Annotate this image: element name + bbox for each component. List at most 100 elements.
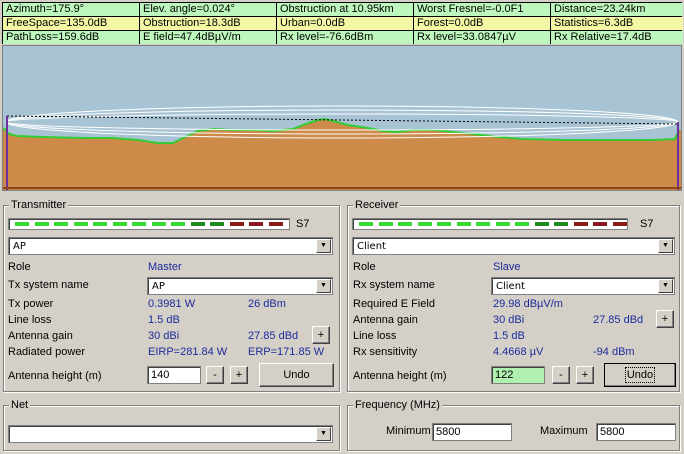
frequency-max-label: Maximum: [540, 425, 588, 437]
rx-sensitivity-dbm: -94 dBm: [593, 346, 635, 358]
meter-segment: [34, 222, 49, 226]
stat-cell: Obstruction at 10.95km: [277, 3, 413, 16]
transmitter-title: Transmitter: [9, 198, 69, 212]
rx-gain-plus-button[interactable]: +: [656, 310, 674, 328]
stat-cell: E field=47.4dBµV/m: [140, 31, 276, 44]
stat-cell: Rx level=-76.6dBm: [277, 31, 413, 44]
meter-segment: [171, 222, 185, 226]
frequency-title: Frequency (MHz): [353, 398, 442, 412]
meter-segment: [534, 222, 549, 226]
chevron-down-icon[interactable]: ▼: [658, 239, 673, 253]
stat-cell: Azimuth=175.9°: [3, 3, 139, 16]
rx-signal-meter: [352, 218, 628, 230]
tx-gain-dbi: 30 dBi: [148, 330, 180, 342]
terrain-profile[interactable]: [2, 45, 682, 191]
transmitter-panel: Transmitter S7 AP ▼ Role Master Tx syste…: [3, 198, 340, 392]
tx-system-label: Tx system name: [8, 279, 89, 291]
net-title: Net: [9, 398, 31, 412]
stat-cell: Urban=0.0dB: [277, 17, 413, 30]
stat-cell: Worst Fresnel=-0.0F1: [414, 3, 550, 16]
net-panel: Net ▼: [3, 398, 340, 451]
link-statistics-grid: Azimuth=175.9° Elev. angle=0.024° Obstruct…: [2, 2, 683, 44]
tx-signal-label: S7: [296, 218, 310, 230]
tx-gain-label: Antenna gain: [8, 330, 73, 342]
frequency-min-label: Minimum: [386, 425, 431, 437]
meter-segment: [476, 222, 490, 226]
frequency-min-input[interactable]: 5800: [432, 423, 512, 441]
meter-segment: [417, 222, 432, 226]
rx-gain-dbi: 30 dBi: [493, 314, 525, 326]
tx-erp-value: ERP=171.85 W: [248, 346, 325, 358]
tx-power-dbm: 26 dBm: [248, 298, 286, 310]
rx-role-value: Slave: [493, 261, 521, 273]
frequency-max-input[interactable]: 5800: [596, 423, 676, 441]
rx-unit-select[interactable]: Client ▼: [352, 237, 675, 255]
rx-role-label: Role: [353, 261, 376, 273]
receiver-panel: Receiver S7 Client ▼ Role Slave Rx syste…: [347, 198, 680, 392]
meter-segment: [229, 222, 244, 226]
rx-height-label: Antenna height (m): [353, 370, 447, 382]
stat-cell: Rx level=33.0847µV: [414, 31, 550, 44]
rx-system-select[interactable]: Client ▼: [491, 277, 675, 295]
stat-cell: Distance=23.24km: [551, 3, 683, 16]
rx-height-input[interactable]: 122: [491, 366, 545, 384]
meter-segment: [151, 222, 166, 226]
meter-segment: [132, 222, 146, 226]
tx-unit-select[interactable]: AP ▼: [8, 237, 333, 255]
meter-segment: [593, 222, 607, 226]
meter-segment: [93, 222, 107, 226]
tx-system-select[interactable]: AP ▼: [147, 277, 333, 295]
tx-line-loss-label: Line loss: [8, 314, 52, 326]
tx-undo-button[interactable]: Undo: [259, 363, 334, 387]
stat-cell: Statistics=6.3dB: [551, 17, 683, 30]
tx-power-watts: 0.3981 W: [148, 298, 196, 310]
tx-height-minus-button[interactable]: -: [206, 366, 224, 384]
meter-segment: [398, 222, 412, 226]
meter-segment: [456, 222, 471, 226]
rx-field-label: Required E Field: [353, 298, 435, 310]
tx-radiated-label: Radiated power: [8, 346, 86, 358]
rx-height-plus-button[interactable]: +: [576, 366, 594, 384]
tx-gain-dbd: 27.85 dBd: [248, 330, 299, 342]
chevron-down-icon[interactable]: ▼: [316, 239, 331, 253]
tx-height-label: Antenna height (m): [8, 370, 102, 382]
receiver-title: Receiver: [353, 198, 401, 212]
meter-segment: [359, 222, 373, 226]
net-select[interactable]: ▼: [8, 425, 333, 443]
stat-cell: Forest=0.0dB: [414, 17, 550, 30]
tx-power-label: Tx power: [8, 298, 54, 310]
meter-segment: [249, 222, 263, 226]
meter-segment: [54, 222, 68, 226]
tx-eirp-value: EIRP=281.84 W: [148, 346, 228, 358]
tx-height-input[interactable]: 140: [147, 366, 201, 384]
meter-segment: [210, 222, 224, 226]
meter-segment: [378, 222, 393, 226]
tx-line-loss-value: 1.5 dB: [148, 314, 180, 326]
rx-height-minus-button[interactable]: -: [552, 366, 570, 384]
frequency-panel: Frequency (MHz) Minimum 5800 Maximum 580…: [347, 398, 680, 451]
tx-role-value: Master: [148, 261, 182, 273]
meter-segment: [112, 222, 127, 226]
rx-line-loss-label: Line loss: [353, 330, 397, 342]
rx-sensitivity-label: Rx sensitivity: [353, 346, 418, 358]
chevron-down-icon[interactable]: ▼: [316, 279, 331, 293]
meter-segment: [554, 222, 568, 226]
rx-gain-dbd: 27.85 dBd: [593, 314, 644, 326]
meter-segment: [515, 222, 529, 226]
meter-segment: [268, 222, 283, 226]
rx-sensitivity-uv: 4.4668 µV: [493, 346, 544, 358]
stat-cell: Rx Relative=17.4dB: [551, 31, 683, 44]
rx-undo-button[interactable]: Undo: [604, 363, 676, 387]
stat-cell: Obstruction=18.3dB: [140, 17, 276, 30]
tx-height-plus-button[interactable]: +: [230, 366, 248, 384]
meter-segment: [73, 222, 88, 226]
chevron-down-icon[interactable]: ▼: [658, 279, 673, 293]
tx-gain-plus-button[interactable]: +: [312, 326, 330, 344]
chevron-down-icon[interactable]: ▼: [316, 427, 331, 441]
rx-system-label: Rx system name: [353, 279, 435, 291]
meter-segment: [612, 222, 627, 226]
rx-field-value: 29.98 dBµV/m: [493, 298, 563, 310]
profile-graph: [3, 105, 681, 190]
meter-segment: [15, 222, 29, 226]
rx-line-loss-value: 1.5 dB: [493, 330, 525, 342]
